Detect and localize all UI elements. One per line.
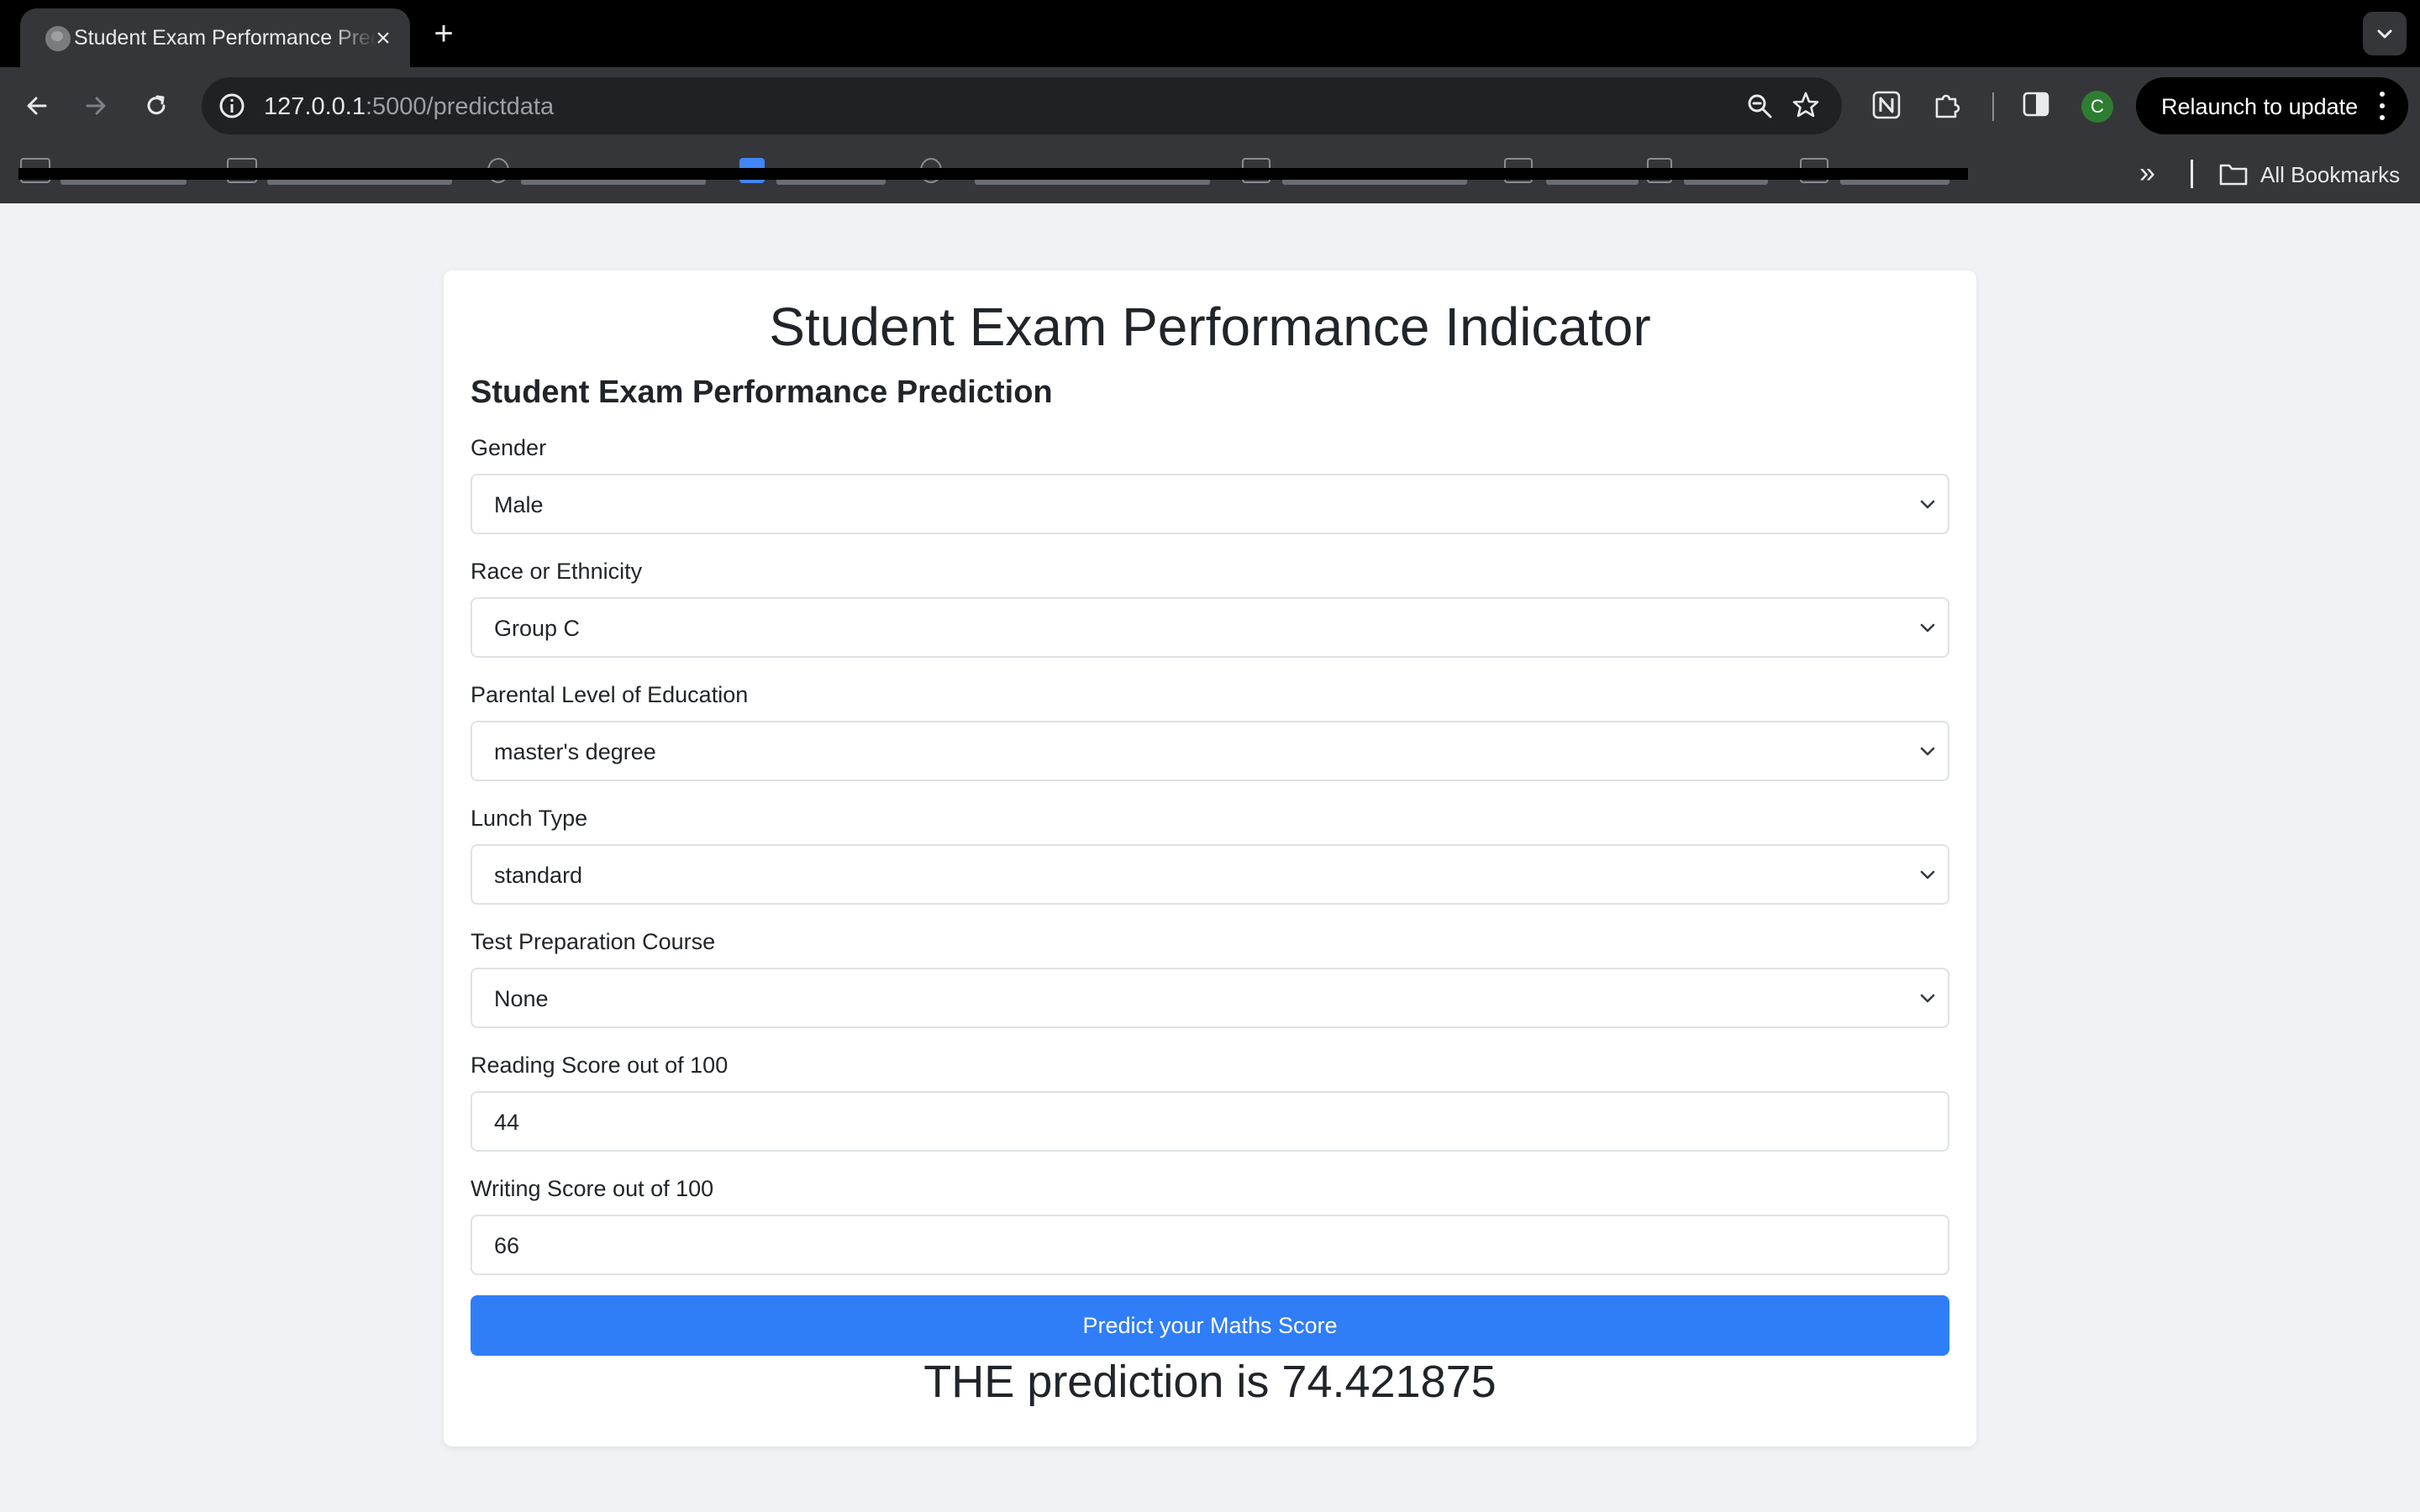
tab-title: Student Exam Performance Prediction xyxy=(74,26,376,50)
form-title: Student Exam Performance Prediction xyxy=(471,375,1053,410)
all-bookmarks-label: All Bookmarks xyxy=(2260,162,2401,187)
redaction-bar xyxy=(18,168,1968,180)
parental-education-label: Parental Level of Education xyxy=(471,682,749,707)
chevron-down-icon xyxy=(1920,747,1935,756)
new-tab-button[interactable]: + xyxy=(427,15,460,52)
arrow-right-icon xyxy=(86,97,106,115)
chevron-down-icon xyxy=(1920,623,1935,633)
browser-toolbar: 127.0.0.1:5000/predictdata C Relaunch to… xyxy=(0,67,2420,144)
page-title: Student Exam Performance Indicator xyxy=(769,297,1651,357)
chevron-down-icon xyxy=(1920,500,1935,509)
predict-button-label: Predict your Maths Score xyxy=(1082,1313,1338,1338)
reading-score-label: Reading Score out of 100 xyxy=(471,1053,729,1078)
gender-label: Gender xyxy=(471,435,547,460)
relaunch-label: Relaunch to update xyxy=(2161,94,2359,119)
prediction-result: THE prediction is 74.421875 xyxy=(923,1357,1497,1407)
reading-score-input[interactable]: 44 xyxy=(471,1091,1949,1152)
url-host: 127.0.0.1 xyxy=(264,93,366,120)
browser-tab[interactable]: Student Exam Performance Prediction × xyxy=(20,8,410,67)
parental-education-value: master's degree xyxy=(494,739,656,764)
writing-score-label: Writing Score out of 100 xyxy=(471,1176,714,1201)
profile-avatar[interactable]: C xyxy=(2081,91,2113,123)
notion-extension-icon[interactable] xyxy=(1870,89,1902,121)
chevron-down-icon xyxy=(2377,29,2392,39)
reading-score-value: 44 xyxy=(494,1110,520,1135)
url-path: :5000/predictdata xyxy=(365,93,555,120)
test-prep-select[interactable]: None xyxy=(471,968,1949,1028)
toolbar-divider xyxy=(1992,92,1994,121)
url-text[interactable]: 127.0.0.1:5000/predictdata xyxy=(264,93,554,121)
reload-icon xyxy=(147,95,166,115)
close-tab-icon[interactable]: × xyxy=(368,24,398,54)
writing-score-input[interactable]: 66 xyxy=(471,1215,1949,1275)
kebab-menu-icon[interactable] xyxy=(2376,89,2388,123)
race-select[interactable]: Group C xyxy=(471,597,1949,658)
chevron-down-icon xyxy=(1920,994,1935,1003)
back-button[interactable] xyxy=(17,86,57,126)
gender-select[interactable]: Male xyxy=(471,474,1949,534)
race-value: Group C xyxy=(494,616,581,641)
writing-score-value: 66 xyxy=(494,1233,520,1258)
forward-button[interactable] xyxy=(76,86,116,126)
bookmarks-overflow-chevron[interactable]: » xyxy=(2139,158,2155,188)
extensions-puzzle-icon[interactable] xyxy=(1932,89,1964,121)
race-label: Race or Ethnicity xyxy=(471,559,643,584)
relaunch-button[interactable]: Relaunch to update xyxy=(2136,77,2408,134)
lunch-value: standard xyxy=(494,863,583,888)
test-prep-label: Test Preparation Course xyxy=(471,929,716,954)
parental-education-select[interactable]: master's degree xyxy=(471,721,1949,781)
folder-icon xyxy=(2219,164,2248,186)
bookmarks-bar: » All Bookmarks xyxy=(0,144,2420,203)
bookmarks-divider xyxy=(2191,160,2193,188)
lunch-label: Lunch Type xyxy=(471,806,588,831)
globe-icon xyxy=(45,26,71,51)
reload-button[interactable] xyxy=(136,86,176,126)
side-panel-icon[interactable] xyxy=(2021,89,2051,119)
tab-strip: Student Exam Performance Prediction × + xyxy=(0,0,2420,67)
zoom-icon[interactable] xyxy=(1744,91,1775,121)
site-info-icon[interactable] xyxy=(217,91,247,121)
gender-value: Male xyxy=(494,492,544,517)
test-prep-value: None xyxy=(494,986,549,1011)
lunch-select[interactable]: standard xyxy=(471,844,1949,905)
bookmark-star-icon[interactable] xyxy=(1790,89,1822,121)
tab-search-button[interactable] xyxy=(2363,12,2407,55)
predict-button[interactable]: Predict your Maths Score xyxy=(471,1295,1949,1356)
address-bar[interactable]: 127.0.0.1:5000/predictdata xyxy=(202,77,1842,134)
arrow-left-icon xyxy=(27,97,47,115)
prediction-card: Student Exam Performance Indicator Stude… xyxy=(444,270,1976,1446)
chevron-down-icon xyxy=(1920,870,1935,879)
